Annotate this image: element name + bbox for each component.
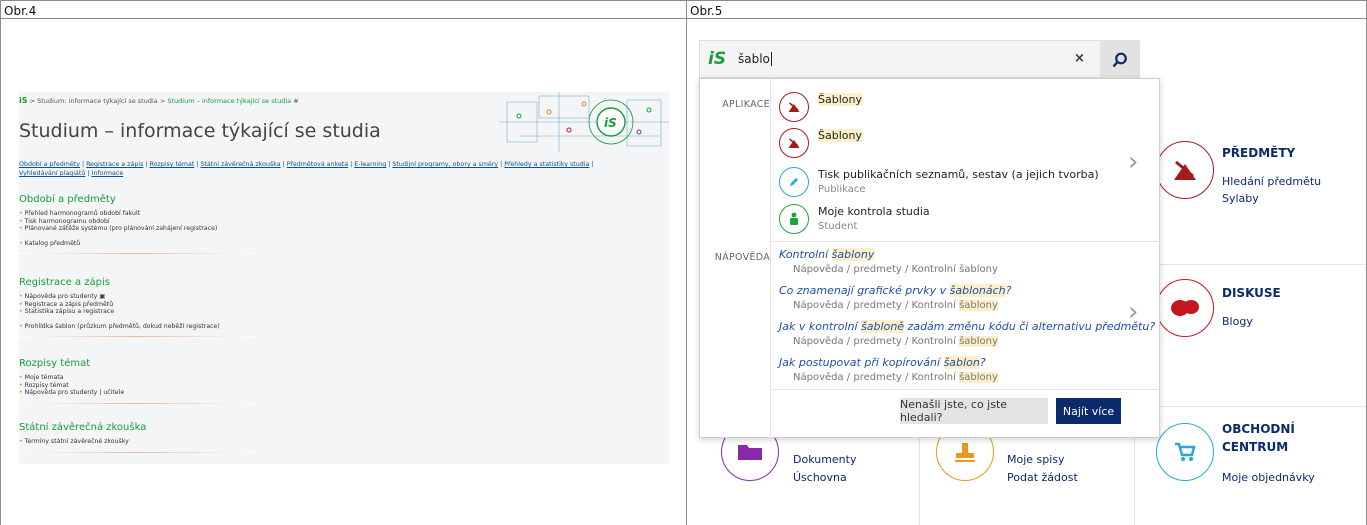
section-title: Období a předměty (19, 194, 116, 205)
list-item[interactable]: Termíny státní závěrečné zkoušky (19, 438, 259, 446)
tile-link[interactable]: Blogy (1222, 315, 1253, 328)
list-item[interactable]: Rozpisy témat (19, 382, 259, 390)
tile-link[interactable]: Úschovna (793, 471, 847, 484)
tools-icon (779, 92, 809, 122)
link-programy[interactable]: Studijní programy, obory a směry (392, 161, 498, 168)
search-input[interactable]: šablo (738, 52, 772, 66)
group-label-help: NÁPOVĚDA (714, 252, 770, 263)
group-label-apps: APLIKACE (722, 99, 770, 110)
section-title: Rozpisy témat (19, 358, 91, 369)
tile-link[interactable]: Sylaby (1222, 192, 1259, 205)
section-szz: Státní závěrečná zkouška Termíny státní … (19, 422, 259, 453)
section-rozpisy: Rozpisy témat Moje témata Rozpisy témat … (19, 358, 259, 404)
list-item[interactable]: Nápověda pro studenty ▣ (19, 293, 259, 301)
result-app[interactable]: Moje kontrola studia Student (779, 204, 1079, 238)
search-results-dropdown: APLIKACE Šablony Šablony Tisk publikační… (699, 78, 1160, 439)
svg-text:iS: iS (604, 116, 617, 130)
breadcrumb-item[interactable]: Studium: informace týkající se studia (37, 97, 158, 105)
result-help[interactable]: Kontrolní šablony Nápověda / predmety / … (779, 248, 998, 275)
clear-icon[interactable]: × (1074, 51, 1085, 66)
link-anketa[interactable]: Předmětová anketa (287, 161, 348, 168)
tile-title: DISKUSE (1222, 286, 1281, 300)
list-item[interactable]: Registrace a zápis předmětů (19, 301, 259, 309)
cart-icon (1156, 423, 1214, 481)
section-title: Státní závěrečná zkouška (19, 422, 147, 433)
tile-title: OBCHODNÍ (1222, 422, 1295, 436)
caption-obr4: Obr.4 (4, 4, 37, 18)
section-links: Období a předměty | Registrace a zápis |… (19, 161, 594, 177)
section-registrace: Registrace a zápis Nápověda pro studenty… (19, 277, 259, 337)
section-obdobi: Období a předměty Přehled harmonogramů o… (19, 194, 259, 254)
list-item[interactable]: Plánované zátěže systému (pro plánování … (19, 225, 259, 233)
obr5-page: PŘEDMĚTY Hledání předmětu Sylaby DISKUSE… (699, 40, 1366, 525)
find-more-button[interactable]: Najít více (1056, 398, 1121, 424)
obr4-page: iS > Studium: informace týkající se stud… (19, 92, 669, 464)
is-logo[interactable]: iS (19, 96, 28, 105)
caption-obr5: Obr.5 (690, 4, 723, 18)
external-link-icon: ▣ (99, 293, 106, 300)
list-item[interactable]: Prohlídka šablon (průzkum předmětů, doku… (19, 323, 259, 331)
tile-link[interactable]: Podat žádost (1007, 471, 1078, 484)
result-app[interactable]: Šablony (779, 128, 1079, 162)
link-obdobi[interactable]: Období a předměty (19, 161, 80, 168)
list-item[interactable]: Katalog předmětů (19, 240, 259, 248)
pin-icon[interactable]: # (293, 97, 298, 105)
breadcrumb-sep: > (159, 97, 166, 105)
pen-icon (779, 167, 809, 197)
list-item[interactable]: Moje témata (19, 374, 259, 382)
link-prehledy[interactable]: Přehledy a statistiky studia (504, 161, 589, 168)
tile-link[interactable]: Moje spisy (1007, 453, 1065, 466)
link-plagiaty[interactable]: Vyhledávání plagiátů (19, 170, 85, 177)
tools-icon (1156, 141, 1214, 199)
result-help[interactable]: Jak postupovat při kopírování šablon? Ná… (779, 356, 998, 383)
list-item[interactable]: Tisk harmonogramu období (19, 218, 259, 226)
link-rozpisy[interactable]: Rozpisy témat (150, 161, 195, 168)
search-button[interactable] (1100, 41, 1140, 78)
link-registrace[interactable]: Registrace a zápis (86, 161, 143, 168)
breadcrumb: iS > Studium: informace týkající se stud… (19, 96, 299, 105)
link-szz[interactable]: Státní závěrečná zkouška (200, 161, 280, 168)
tile-title-line2: CENTRUM (1222, 440, 1289, 454)
chat-bubbles-icon (1156, 279, 1214, 337)
breadcrumb-current: Studium – informace týkající se studia (167, 97, 292, 105)
chevron-right-icon[interactable]: › (1128, 297, 1138, 327)
tools-icon (779, 128, 809, 158)
result-app[interactable]: Šablony (779, 92, 1079, 126)
not-found-button[interactable]: Nenašli jste, co jste hledali? (900, 398, 1048, 424)
tile-link[interactable]: Dokumenty (793, 453, 856, 466)
list-item[interactable]: Statistika zápisu a registrace (19, 308, 259, 316)
page-title: Studium – informace týkající se studia (19, 120, 381, 142)
result-app[interactable]: Tisk publikačních seznamů, sestav (a jej… (779, 167, 1109, 201)
is-logo[interactable]: iS (708, 49, 726, 69)
list-item[interactable]: Nápověda pro studenty | učitele (19, 389, 259, 397)
link-informace[interactable]: Informace (91, 170, 123, 177)
link-elearning[interactable]: E-learning (354, 161, 386, 168)
decorative-circuit-logo: iS (499, 92, 669, 152)
tile-title: PŘEDMĚTY (1222, 146, 1296, 160)
search-bar: iS šablo × (699, 40, 1140, 78)
student-icon (779, 204, 809, 234)
tile-link[interactable]: Hledání předmětu (1222, 175, 1321, 188)
search-icon (1112, 52, 1127, 67)
result-help[interactable]: Co znamenají grafické prvky v šablonách?… (779, 284, 1011, 311)
list-item[interactable]: Přehled harmonogramů období fakult (19, 210, 259, 218)
tile-link[interactable]: Moje objednávky (1222, 471, 1315, 484)
chevron-right-icon[interactable]: › (1128, 147, 1138, 177)
breadcrumb-sep: > (29, 97, 36, 105)
result-help[interactable]: Jak v kontrolní šabloně zadám změnu kódu… (779, 320, 1155, 347)
section-title: Registrace a zápis (19, 277, 110, 288)
